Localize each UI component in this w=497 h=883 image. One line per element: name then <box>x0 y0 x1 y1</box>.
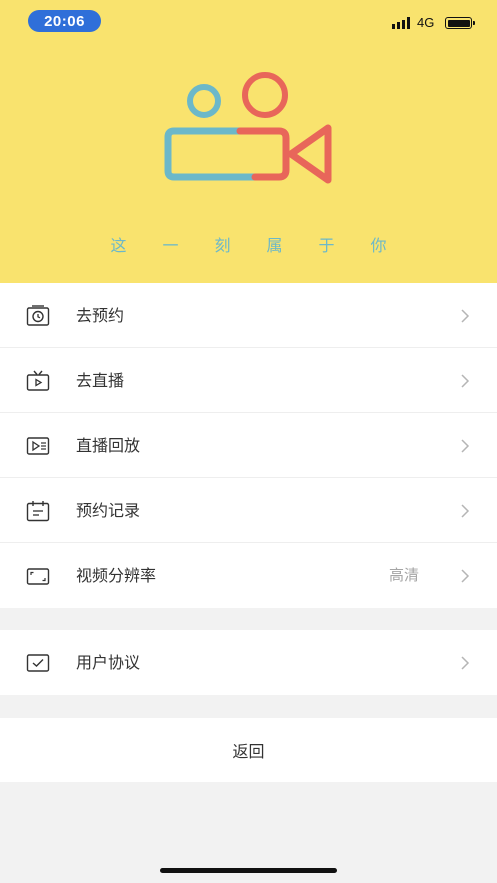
chevron-right-icon <box>461 374 470 388</box>
menu-item-label: 去直播 <box>76 371 125 390</box>
menu-item-label: 用户协议 <box>76 653 141 672</box>
menu-item-replay[interactable]: 直播回放 <box>0 413 497 478</box>
network-type: 4G <box>417 15 435 30</box>
chevron-right-icon <box>461 439 470 453</box>
video-camera-logo-icon <box>164 72 332 184</box>
alarm-clock-icon <box>26 305 50 326</box>
menu-item-resolution[interactable]: 视频分辨率 高清 <box>0 543 497 608</box>
checkbox-icon <box>26 654 50 672</box>
menu-item-label: 预约记录 <box>76 501 141 520</box>
tv-play-icon <box>26 370 50 391</box>
hero-banner: 20:06 4G 这一刻属于你 <box>0 0 497 283</box>
signal-icon <box>392 17 412 29</box>
menu-item-reserve[interactable]: 去预约 <box>0 283 497 348</box>
menu-item-label: 视频分辨率 <box>76 566 157 585</box>
status-bar: 20:06 4G <box>0 0 497 44</box>
chevron-right-icon <box>461 504 470 518</box>
hero-slogan: 这一刻属于你 <box>0 230 497 258</box>
menu-item-label: 直播回放 <box>76 436 141 455</box>
menu-item-label: 去预约 <box>76 306 125 325</box>
chevron-right-icon <box>461 309 470 323</box>
battery-icon <box>445 17 475 29</box>
status-time: 20:06 <box>28 10 101 32</box>
back-button[interactable]: 返回 <box>0 718 497 782</box>
chevron-right-icon <box>461 569 470 583</box>
back-button-label: 返回 <box>232 742 265 761</box>
chevron-right-icon <box>461 656 470 670</box>
resolution-icon <box>26 568 50 585</box>
menu-item-live[interactable]: 去直播 <box>0 348 497 413</box>
resolution-value: 高清 <box>388 566 419 584</box>
slogan-text: 这一刻属于你 <box>110 236 423 255</box>
menu-item-records[interactable]: 预约记录 <box>0 478 497 543</box>
home-indicator[interactable] <box>160 868 337 873</box>
menu-item-agreement[interactable]: 用户协议 <box>0 630 497 695</box>
playback-icon <box>26 437 50 455</box>
calendar-icon <box>26 501 50 522</box>
